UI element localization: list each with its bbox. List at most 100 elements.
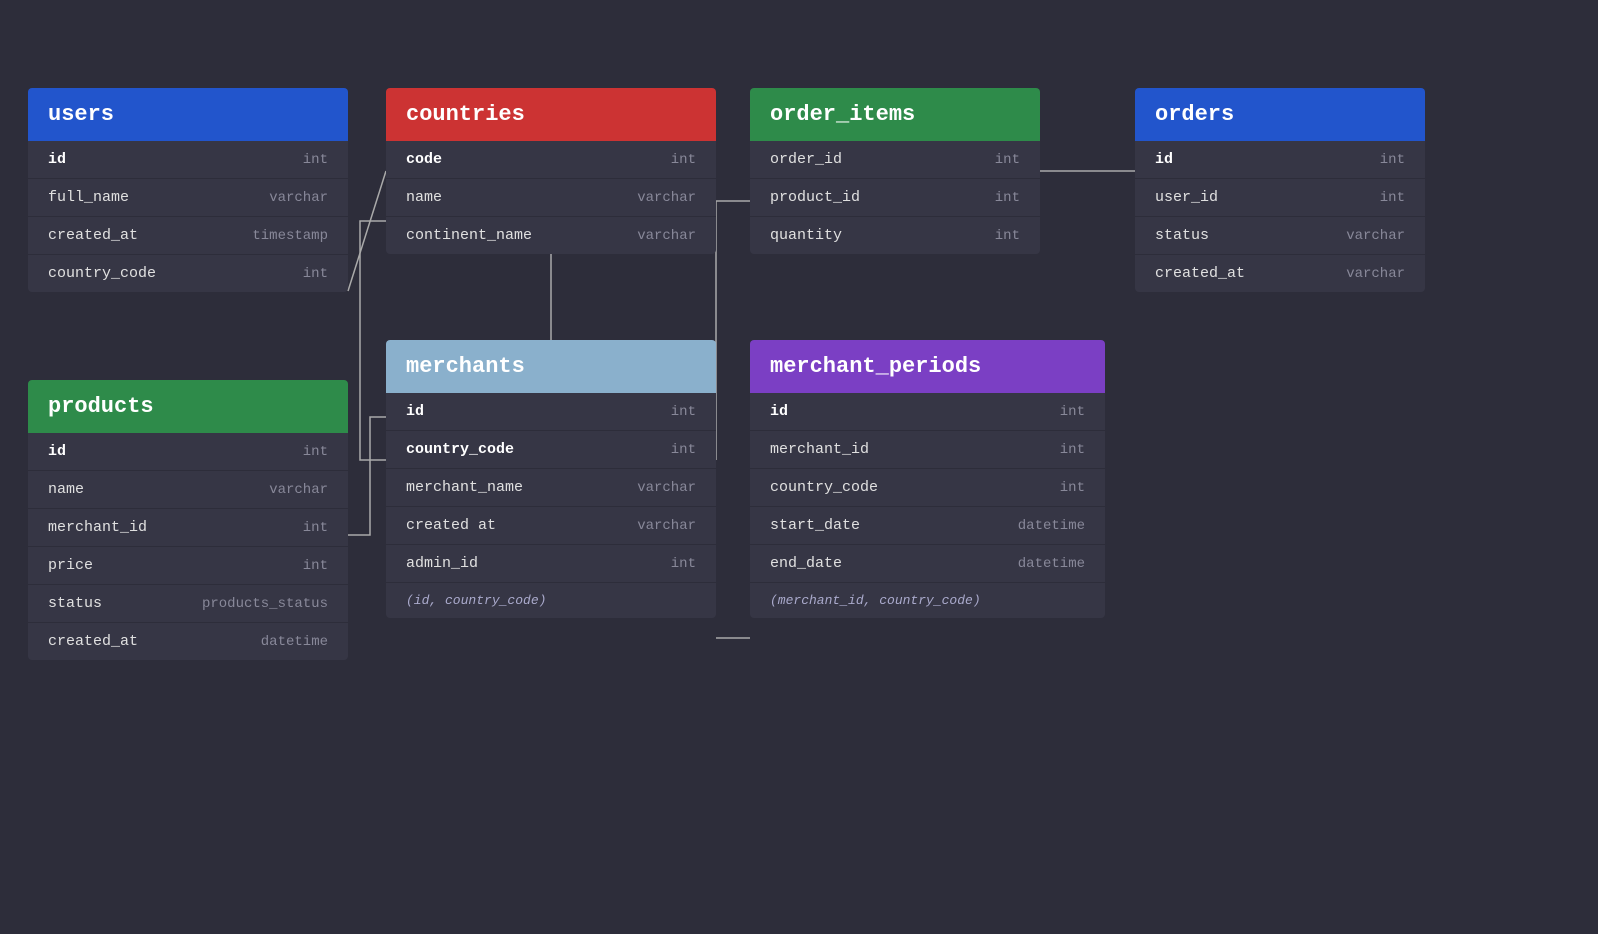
table-row: created_at datetime <box>28 622 348 660</box>
table-order-items-header: order_items <box>750 88 1040 141</box>
field-name: created_at <box>48 227 138 244</box>
field-name: full_name <box>48 189 129 206</box>
field-name: id <box>48 151 66 168</box>
table-row: start_date datetime <box>750 506 1105 544</box>
table-orders: orders id int user_id int status varchar… <box>1135 88 1425 292</box>
table-row: name varchar <box>386 178 716 216</box>
field-name: name <box>48 481 84 498</box>
table-merchant-periods-header: merchant_periods <box>750 340 1105 393</box>
field-name: country_code <box>770 479 878 496</box>
field-type: int <box>1060 442 1085 458</box>
table-row: merchant_id int <box>28 508 348 546</box>
field-type: int <box>671 556 696 572</box>
field-type: int <box>671 152 696 168</box>
field-name: id <box>770 403 788 420</box>
table-row: order_id int <box>750 141 1040 178</box>
table-orders-header: orders <box>1135 88 1425 141</box>
field-name: created at <box>406 517 496 534</box>
field-name: status <box>1155 227 1209 244</box>
table-row: continent_name varchar <box>386 216 716 254</box>
table-row: (merchant_id, country_code) <box>750 582 1105 618</box>
field-name: created_at <box>48 633 138 650</box>
table-row: country_code int <box>386 430 716 468</box>
table-row: admin_id int <box>386 544 716 582</box>
table-countries-header: countries <box>386 88 716 141</box>
field-name: name <box>406 189 442 206</box>
table-merchant-periods-title: merchant_periods <box>770 354 981 379</box>
field-name: status <box>48 595 102 612</box>
field-type: varchar <box>637 480 696 496</box>
table-merchant-periods-body: id int merchant_id int country_code int … <box>750 393 1105 618</box>
table-users-body: id int full_name varchar created_at time… <box>28 141 348 292</box>
field-type: varchar <box>1346 228 1405 244</box>
field-type: int <box>303 520 328 536</box>
table-users-title: users <box>48 102 114 127</box>
field-composite-key: (merchant_id, country_code) <box>770 593 981 608</box>
table-products: products id int name varchar merchant_id… <box>28 380 348 660</box>
field-name: product_id <box>770 189 860 206</box>
table-merchants-body: id int country_code int merchant_name va… <box>386 393 716 618</box>
table-row: id int <box>750 393 1105 430</box>
field-name: order_id <box>770 151 842 168</box>
field-type: int <box>303 152 328 168</box>
table-row: product_id int <box>750 178 1040 216</box>
field-name: continent_name <box>406 227 532 244</box>
table-countries-title: countries <box>406 102 525 127</box>
table-row: created_at timestamp <box>28 216 348 254</box>
field-type: int <box>1380 190 1405 206</box>
table-row: created_at varchar <box>1135 254 1425 292</box>
table-merchant-periods: merchant_periods id int merchant_id int … <box>750 340 1105 618</box>
field-type: varchar <box>1346 266 1405 282</box>
field-name: merchant_id <box>770 441 869 458</box>
table-row: quantity int <box>750 216 1040 254</box>
field-type: int <box>671 442 696 458</box>
table-products-header: products <box>28 380 348 433</box>
field-type: int <box>995 228 1020 244</box>
table-row: price int <box>28 546 348 584</box>
field-type: int <box>303 444 328 460</box>
table-orders-body: id int user_id int status varchar create… <box>1135 141 1425 292</box>
table-row: id int <box>1135 141 1425 178</box>
field-name: end_date <box>770 555 842 572</box>
field-name: start_date <box>770 517 860 534</box>
field-type: varchar <box>637 190 696 206</box>
table-merchants: merchants id int country_code int mercha… <box>386 340 716 618</box>
table-row: id int <box>28 141 348 178</box>
field-type: int <box>1380 152 1405 168</box>
table-row: user_id int <box>1135 178 1425 216</box>
table-row: (id, country_code) <box>386 582 716 618</box>
table-order-items-body: order_id int product_id int quantity int <box>750 141 1040 254</box>
field-composite-key: (id, country_code) <box>406 593 546 608</box>
field-type: int <box>995 190 1020 206</box>
field-name: admin_id <box>406 555 478 572</box>
field-name: code <box>406 151 442 168</box>
diagram-canvas: users id int full_name varchar created_a… <box>0 0 1598 934</box>
field-type: varchar <box>637 228 696 244</box>
field-type: varchar <box>269 482 328 498</box>
field-name: created_at <box>1155 265 1245 282</box>
table-users-header: users <box>28 88 348 141</box>
field-name: id <box>406 403 424 420</box>
table-row: status varchar <box>1135 216 1425 254</box>
field-name: merchant_name <box>406 479 523 496</box>
table-countries: countries code int name varchar continen… <box>386 88 716 254</box>
field-type: varchar <box>269 190 328 206</box>
field-type: datetime <box>1018 518 1085 534</box>
table-row: full_name varchar <box>28 178 348 216</box>
table-order-items: order_items order_id int product_id int … <box>750 88 1040 254</box>
field-type: int <box>1060 404 1085 420</box>
table-orders-title: orders <box>1155 102 1234 127</box>
table-row: merchant_id int <box>750 430 1105 468</box>
table-products-title: products <box>48 394 154 419</box>
field-type: int <box>995 152 1020 168</box>
field-type: int <box>303 558 328 574</box>
field-type: products_status <box>202 596 328 612</box>
table-merchants-header: merchants <box>386 340 716 393</box>
field-name: country_code <box>48 265 156 282</box>
field-type: int <box>671 404 696 420</box>
table-row: merchant_name varchar <box>386 468 716 506</box>
table-products-body: id int name varchar merchant_id int pric… <box>28 433 348 660</box>
table-row: created at varchar <box>386 506 716 544</box>
table-row: name varchar <box>28 470 348 508</box>
field-type: int <box>303 266 328 282</box>
